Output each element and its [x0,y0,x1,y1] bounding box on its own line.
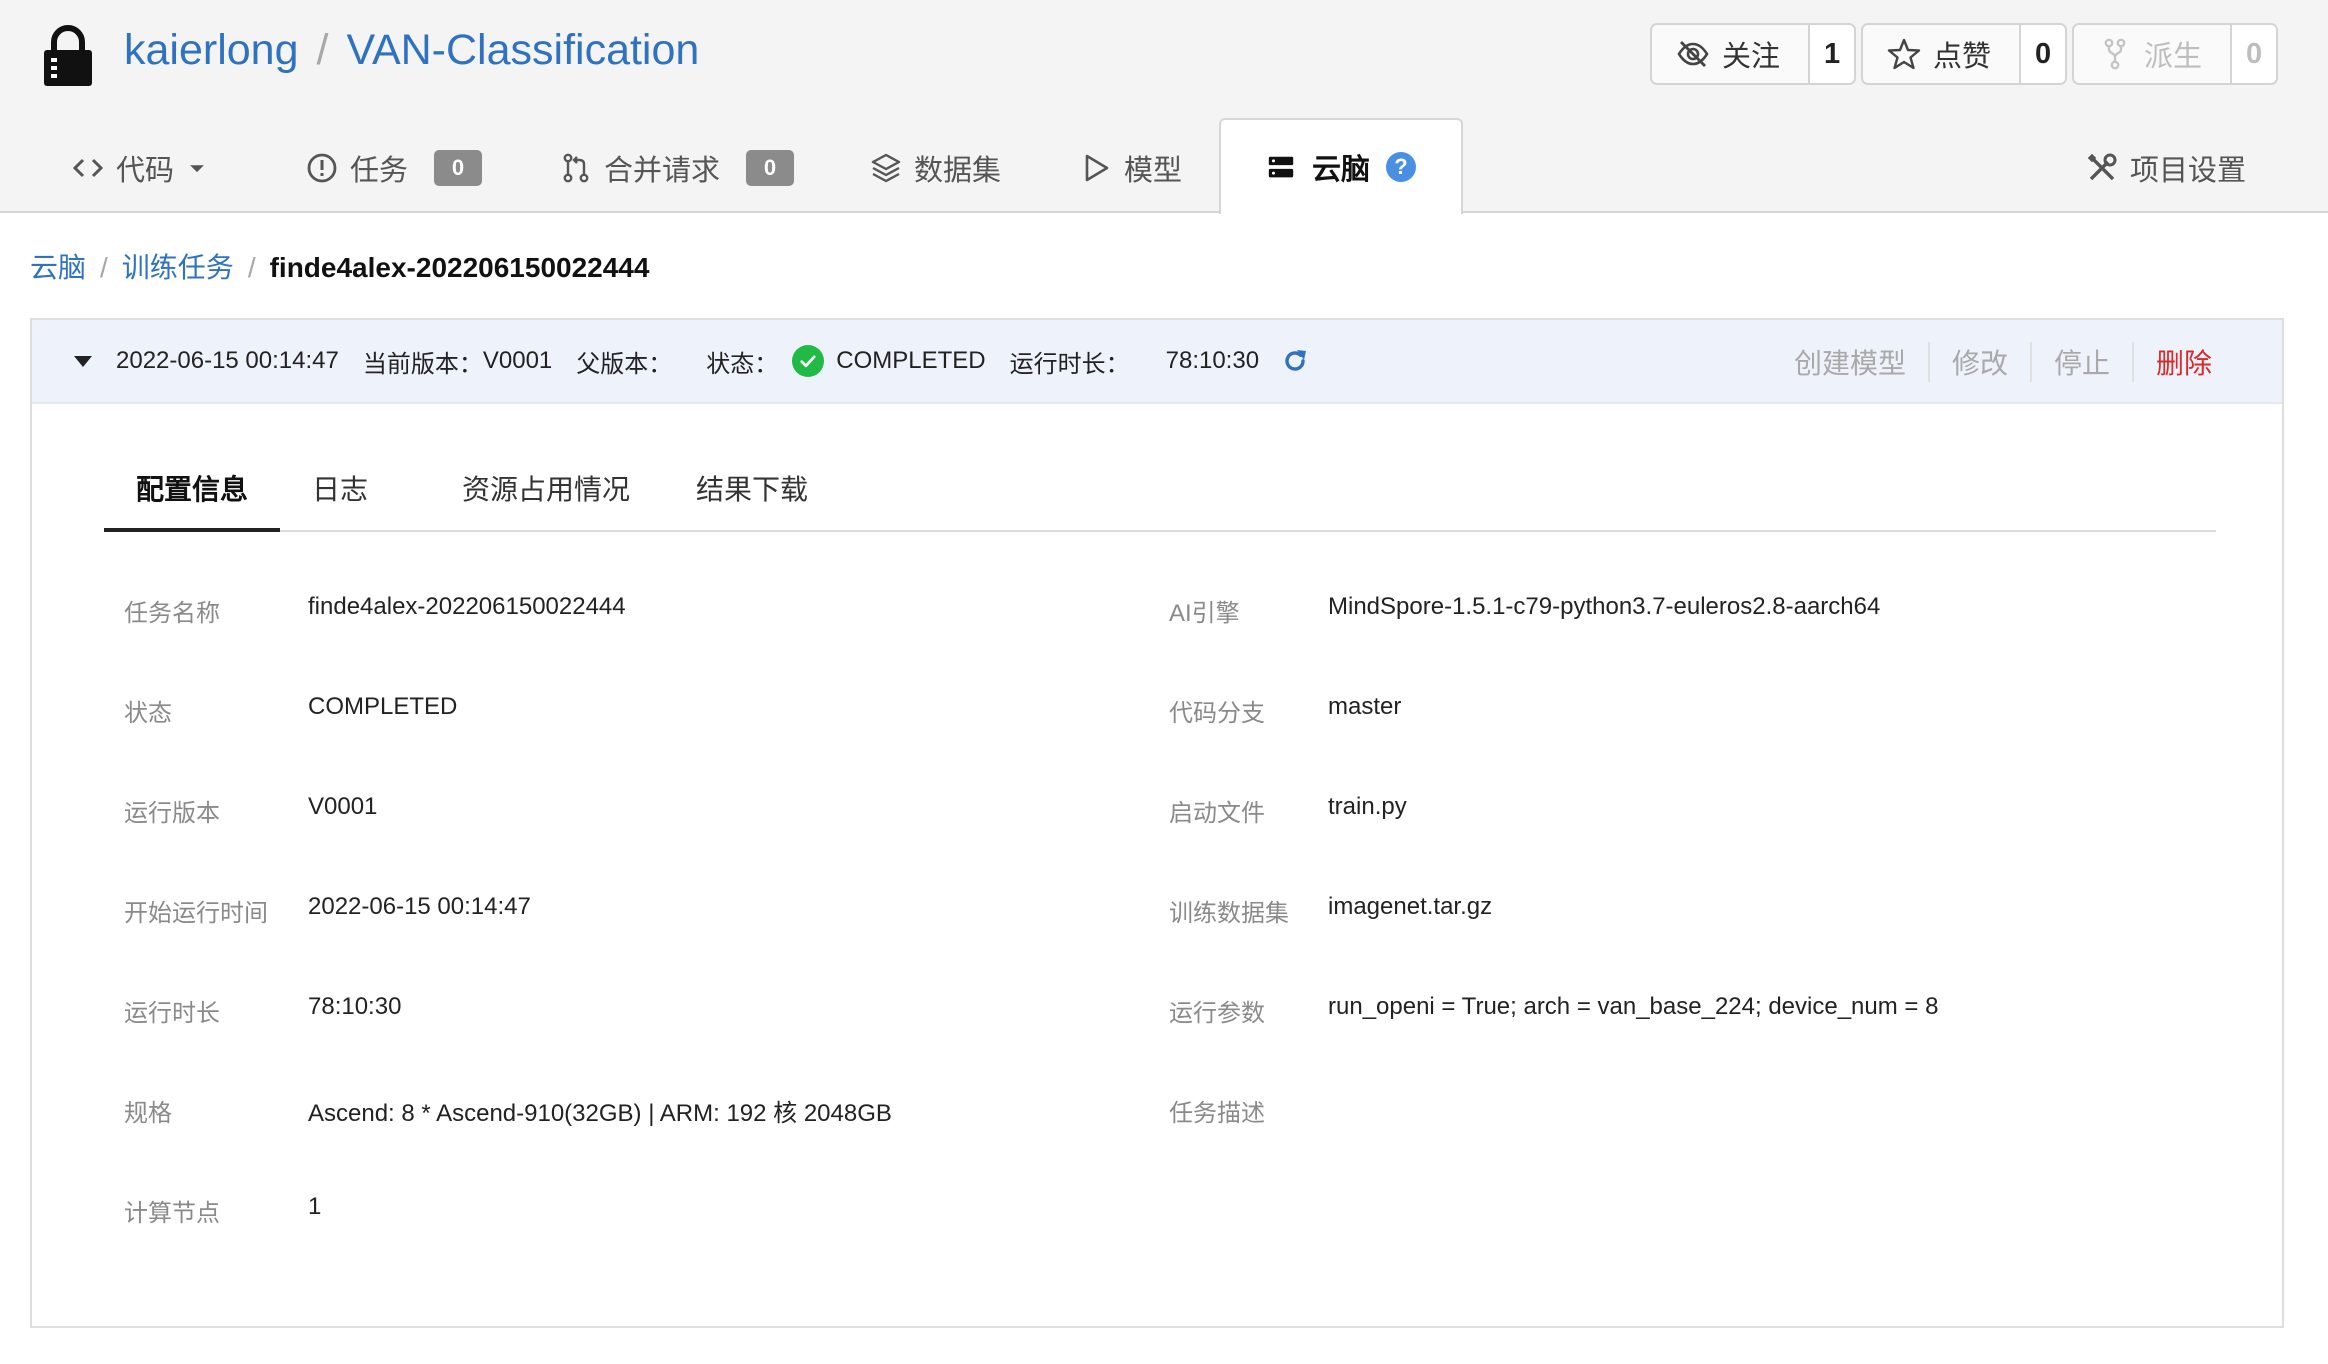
edit-button[interactable]: 修改 [1927,342,2030,382]
tab-result-download[interactable]: 结果下载 [696,448,808,532]
tab-settings-label: 项目设置 [2130,155,2247,187]
issues-count-badge: 0 [434,150,483,186]
code-branch-value: master [1328,693,1402,720]
lock-icon [44,25,92,86]
ai-engine-value: MindSpore-1.5.1-c79-python3.7-euleros2.8… [1328,593,1881,620]
delete-button[interactable]: 删除 [2131,342,2234,382]
caret-down-icon [190,165,204,173]
train-dataset-label: 训练数据集 [1169,900,1289,927]
status-detail-value: COMPLETED [308,693,458,720]
task-name-label: 任务名称 [124,600,220,627]
detail-tabs: 配置信息 日志 资源占用情况 结果下载 [104,448,2216,532]
tab-resource-usage[interactable]: 资源占用情况 [462,448,630,532]
star-button[interactable]: 点赞 0 [1861,23,2068,85]
star-icon [1887,38,1921,70]
tab-issues[interactable]: 任务 0 [306,140,483,196]
code-icon [72,158,104,178]
tab-code[interactable]: 代码 [72,140,208,196]
eye-slash-icon [1677,41,1709,67]
tools-icon [2087,153,2117,181]
start-time-label: 开始运行时间 [124,900,268,927]
spec-value: Ascend: 8 * Ascend-910(32GB) | ARM: 192 … [308,1100,892,1127]
task-card: 2022-06-15 00:14:47 当前版本： V0001 父版本： 状态：… [30,318,2284,1328]
pull-requests-count-badge: 0 [746,150,795,186]
spec-label: 规格 [124,1100,172,1127]
server-icon [1268,156,1294,178]
breadcrumb-current: finde4alex-202206150022444 [269,252,650,283]
help-icon[interactable]: ? [1386,152,1416,182]
tab-datasets-label: 数据集 [914,155,1002,187]
check-circle-icon [792,345,825,377]
tab-config-info[interactable]: 配置信息 [104,448,280,532]
repo-owner-link[interactable]: kaierlong [124,26,299,74]
refresh-icon[interactable] [1281,347,1309,375]
tab-settings[interactable]: 项目设置 [2086,140,2246,196]
breadcrumb-train-tasks-link[interactable]: 训练任务 [122,252,234,283]
create-model-button[interactable]: 创建模型 [1772,342,1928,382]
run-operations: 创建模型 修改 停止 删除 [1772,320,2234,404]
star-count[interactable]: 0 [2019,25,2066,83]
fork-button[interactable]: 派生 0 [2072,23,2279,85]
ai-engine-label: AI引擎 [1169,600,1240,627]
current-version-label: 当前版本： [362,350,483,378]
run-params-value: run_openi = True; arch = van_base_224; d… [1328,993,1939,1020]
fork-label: 派生 [2144,41,2203,73]
stop-button[interactable]: 停止 [2029,342,2132,382]
run-version-bar[interactable]: 2022-06-15 00:14:47 当前版本： V0001 父版本： 状态：… [32,320,2282,404]
boot-file-label: 启动文件 [1169,800,1265,827]
run-version-label: 运行版本 [124,800,220,827]
tab-models-label: 模型 [1124,155,1183,187]
fork-count[interactable]: 0 [2230,25,2277,83]
duration-detail-value: 78:10:30 [308,993,402,1020]
parent-version-label: 父版本： [576,350,673,378]
repo-header: kaierlong / VAN-Classification 关注 1 点赞 0 [0,0,2328,214]
code-branch-label: 代码分支 [1169,700,1265,727]
compute-nodes-value: 1 [308,1193,322,1220]
compute-nodes-label: 计算节点 [124,1200,220,1227]
run-version-value: V0001 [308,793,378,820]
breadcrumb: 云脑 / 训练任务 / finde4alex-202206150022444 [30,248,649,288]
repo-title-separator: / [316,26,329,74]
tab-issues-label: 任务 [350,155,409,187]
tab-cloudbrain-label: 云脑 [1311,154,1370,186]
status-detail-label: 状态 [124,700,172,727]
watch-count[interactable]: 1 [1808,25,1855,83]
issue-icon [307,153,337,183]
tab-logs[interactable]: 日志 [312,448,368,532]
watch-button[interactable]: 关注 1 [1650,23,1857,85]
star-label: 点赞 [1933,41,1992,73]
duration-label: 运行时长： [1009,350,1130,378]
tab-pull-requests-label: 合并请求 [604,155,721,187]
status-label: 状态： [706,350,779,378]
duration-value: 78:10:30 [1165,347,1260,374]
breadcrumb-separator: / [247,252,256,283]
tab-code-label: 代码 [116,155,175,187]
breadcrumb-separator: / [100,252,108,283]
repo-title: kaierlong / VAN-Classification [124,20,699,80]
tab-datasets[interactable]: 数据集 [870,140,1001,196]
watch-label: 关注 [1722,41,1781,73]
task-description-label: 任务描述 [1169,1100,1265,1127]
fork-icon [2104,38,2126,70]
task-name-value: finde4alex-202206150022444 [308,593,626,620]
tab-cloudbrain[interactable]: 云脑 ? [1219,118,1463,214]
status-value: COMPLETED [836,347,986,374]
play-icon [1085,154,1109,182]
layers-icon [871,153,901,183]
start-time-value: 2022-06-15 00:14:47 [308,893,531,920]
run-params-label: 运行参数 [1169,1000,1265,1027]
train-dataset-value: imagenet.tar.gz [1328,893,1493,920]
tab-models[interactable]: 模型 [1080,140,1182,196]
run-start-time: 2022-06-15 00:14:47 [116,347,339,374]
boot-file-value: train.py [1328,793,1407,820]
duration-detail-label: 运行时长 [124,1000,220,1027]
collapse-caret-icon[interactable] [74,355,92,367]
pull-request-icon [563,153,589,183]
breadcrumb-cloudbrain-link[interactable]: 云脑 [30,252,86,283]
tab-pull-requests[interactable]: 合并请求 0 [560,140,795,196]
current-version-value: V0001 [482,347,553,374]
repo-name-link[interactable]: VAN-Classification [346,26,699,74]
